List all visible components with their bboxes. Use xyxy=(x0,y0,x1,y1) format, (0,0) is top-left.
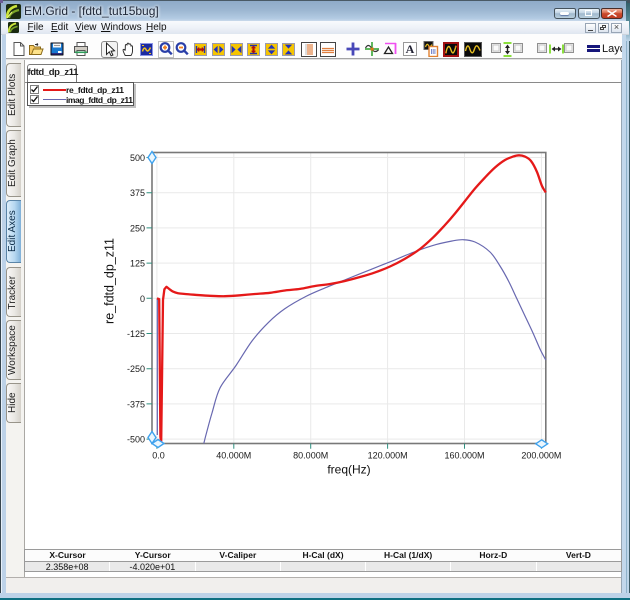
svg-text:0.0: 0.0 xyxy=(152,451,165,461)
svg-text:200.000M: 200.000M xyxy=(521,451,561,461)
svg-text:125: 125 xyxy=(130,259,145,269)
svg-text:250: 250 xyxy=(130,223,145,233)
svg-text:A: A xyxy=(406,42,415,56)
svg-text:re_fdtd_dp_z11: re_fdtd_dp_z11 xyxy=(103,238,117,324)
svg-text:-375: -375 xyxy=(127,399,145,409)
svg-text:500: 500 xyxy=(130,153,145,163)
svg-text:80.000M: 80.000M xyxy=(293,451,328,461)
svg-text:-250: -250 xyxy=(127,364,145,374)
svg-text:160.000M: 160.000M xyxy=(444,451,484,461)
svg-text:-500: -500 xyxy=(127,435,145,445)
svg-text:0: 0 xyxy=(140,294,145,304)
svg-text:375: 375 xyxy=(130,188,145,198)
svg-text:-125: -125 xyxy=(127,329,145,339)
svg-text:freq(Hz): freq(Hz) xyxy=(327,463,370,477)
svg-text:120.000M: 120.000M xyxy=(368,451,408,461)
svg-text:40.000M: 40.000M xyxy=(216,451,251,461)
